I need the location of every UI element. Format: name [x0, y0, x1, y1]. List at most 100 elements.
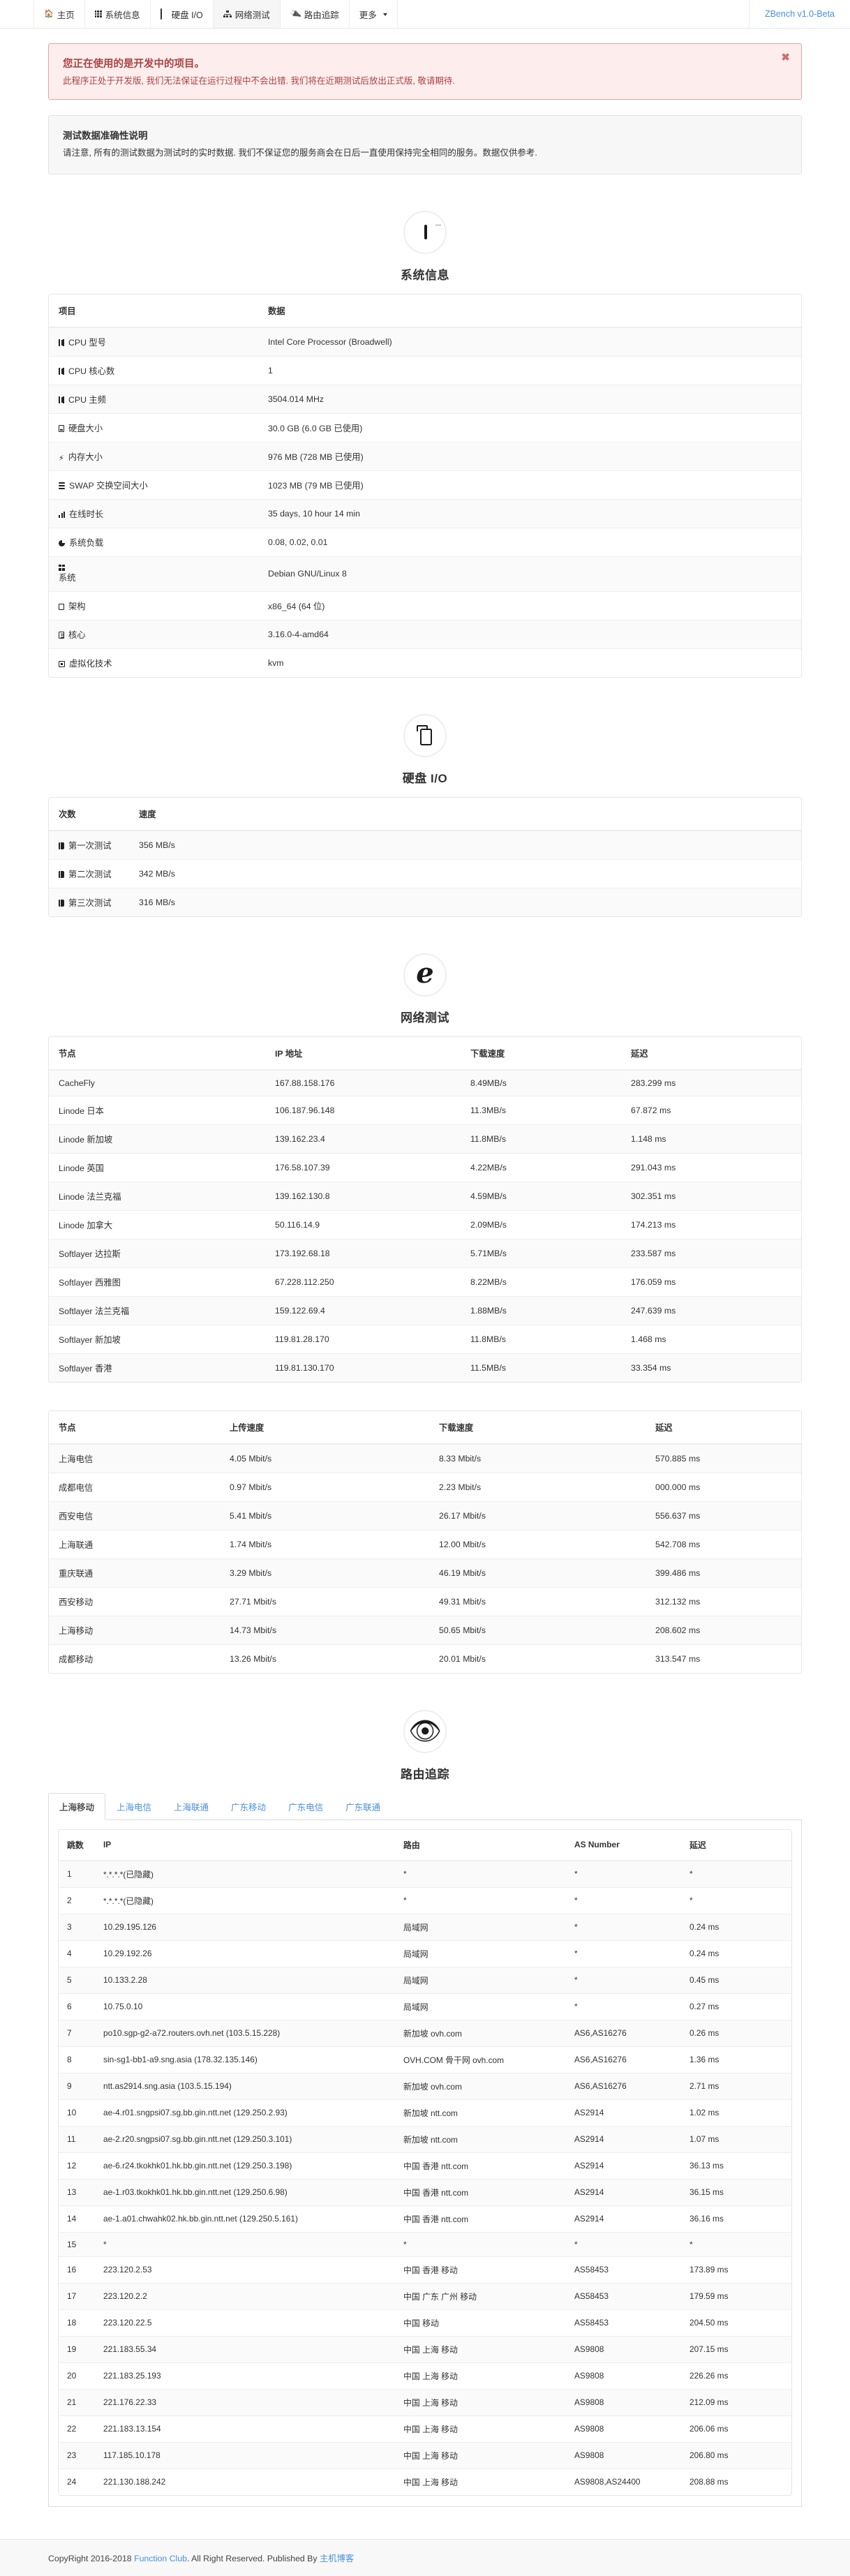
row-value: kvm — [258, 648, 801, 677]
label-text: 架构 — [68, 601, 86, 611]
row-label: 第二次测试 — [49, 858, 129, 888]
nav-item-home[interactable]: 🏠 主页 — [33, 0, 84, 28]
international-speed-rows: CacheFly 167.88.158.176 8.49MB/s 283.299 ms… — [49, 1069, 801, 1382]
table-cell: 中国 上海 移动 — [395, 2335, 566, 2362]
cpu-chip-icon — [59, 338, 64, 346]
table-cell: 2.23 Mbit/s — [429, 1472, 646, 1501]
row-label: 第三次测试 — [49, 887, 129, 916]
table-cell: 50.116.14.9 — [265, 1209, 461, 1239]
column-header-count: 次数 — [49, 797, 129, 831]
table-cell: 5 — [59, 1966, 95, 1993]
table-cell: AS9808 — [566, 2362, 681, 2389]
table-cell: Linode 英国 — [49, 1152, 265, 1182]
cpu-chip-icon — [59, 396, 64, 403]
table-cell: 11.3MB/s — [461, 1095, 621, 1124]
stack-icon — [59, 482, 65, 489]
label-text: CPU 主频 — [68, 394, 106, 405]
table-row: CPU 核心数 1 — [49, 355, 801, 385]
table-cell: 221.183.13.154 — [95, 2415, 395, 2442]
row-value: 316 MB/s — [129, 887, 801, 916]
row-value: 1 — [258, 355, 801, 385]
tab-上海移动[interactable]: 上海移动 — [48, 1792, 106, 1820]
table-cell: po10.sgp-g2-a72.routers.ovh.net (103.5.1… — [95, 2019, 395, 2046]
column-header-node: 节点 — [49, 1410, 220, 1445]
tab-广东电信[interactable]: 广东电信 — [277, 1793, 334, 1820]
table-cell: Linode 新加坡 — [49, 1124, 265, 1153]
table-cell: *.*.*.*(已隐藏) — [95, 1886, 395, 1914]
nav-item-network-test[interactable]: 网络测试 — [212, 0, 280, 28]
table-cell: 20 — [59, 2362, 95, 2389]
table-row: 13 ae-1.r03.tkokhk01.hk.bb.gin.ntt.net (1… — [59, 2178, 791, 2205]
table-cell: 中国 香港 移动 — [395, 2256, 566, 2283]
table-cell: 176.059 ms — [621, 1267, 801, 1296]
table-cell: 221.183.55.34 — [95, 2335, 395, 2362]
route-trace-tab-panel: 跳数 IP 路由 AS Number 延迟 1 *.*.*.*(已隐藏) * * * 2 *… — [48, 1819, 802, 2507]
nav-item-system-info[interactable]: 系统信息 — [84, 0, 150, 28]
table-cell: 中国 上海 移动 — [395, 2388, 566, 2415]
table-row: 系统 Debian GNU/Linux 8 — [49, 556, 801, 591]
label-text: 系统 — [59, 572, 76, 583]
footer-link-function-club[interactable]: Function Club — [134, 2554, 187, 2563]
page-title: 系统信息 — [401, 268, 449, 282]
table-cell: 23 — [59, 2441, 95, 2469]
table-cell: * — [566, 1940, 681, 1967]
table-cell: AS9808 — [566, 2415, 681, 2442]
nav-item-route-trace[interactable]: 🔌 路由追踪 — [279, 0, 349, 28]
table-cell: 20.01 Mbit/s — [429, 1644, 646, 1673]
table-cell: 13 — [59, 2178, 95, 2205]
brand-link[interactable]: ZBench v1.0-Beta — [765, 9, 835, 19]
table-cell: * — [681, 1886, 791, 1914]
table-cell: 223.120.2.53 — [95, 2256, 395, 2283]
table-cell: 4.22MB/s — [461, 1152, 621, 1182]
route-trace-rows: 1 *.*.*.*(已隐藏) * * * 2 *.*.*.*(已隐藏) * * * 3 10.29.1… — [59, 1860, 791, 2495]
table-cell: Softlayer 新加坡 — [49, 1324, 265, 1353]
pie-icon — [59, 539, 65, 546]
label-text: 第三次测试 — [68, 898, 112, 908]
row-value: 356 MB/s — [139, 840, 175, 850]
nav-item-disk-io[interactable]: 硬盘 I/O — [149, 0, 213, 28]
table-cell: 0.45 ms — [681, 1966, 791, 1993]
table-cell: Softlayer 法兰克福 — [49, 1295, 265, 1325]
nav-item-label: 主页 — [57, 10, 75, 20]
windows-icon — [59, 564, 65, 571]
ie-browser-icon: e — [403, 953, 447, 997]
table-row: 上海电信 4.05 Mbit/s 8.33 Mbit/s 570.885 ms — [49, 1443, 801, 1473]
table-cell: 139.162.130.8 — [265, 1181, 461, 1210]
table-cell: AS2914 — [566, 2178, 681, 2205]
table-cell: 4 — [59, 1940, 95, 1967]
tab-广东联通[interactable]: 广东联通 — [334, 1793, 392, 1820]
table-cell: 36.16 ms — [681, 2205, 791, 2232]
close-icon[interactable]: ✖ — [781, 52, 790, 63]
table-row: Linode 新加坡 139.162.23.4 11.8MB/s 1.148 ms — [49, 1124, 801, 1153]
nav-item-more[interactable]: 更多 — [348, 0, 398, 28]
table-cell: * — [566, 1993, 681, 2020]
dev-warning-alert: ✖ 您正在使用的是开发中的项目。 此程序正处于开发版, 我们无法保证在运行过程中… — [48, 43, 802, 100]
page-container: ✖ 您正在使用的是开发中的项目。 此程序正处于开发版, 我们无法保证在运行过程中… — [48, 43, 802, 2507]
table-cell: OVH.COM 骨干网 ovh.com — [395, 2046, 566, 2073]
table-cell: 中国 香港 ntt.com — [395, 2205, 566, 2232]
tab-上海电信[interactable]: 上海电信 — [105, 1793, 163, 1820]
table-cell: * — [681, 2231, 791, 2256]
table-header-row: 次数 速度 — [49, 797, 801, 831]
table-cell: 局域网 — [395, 1966, 566, 1993]
table-cell: Linode 加拿大 — [49, 1209, 265, 1239]
table-row: 8 sin-sg1-bb1-a9.sng.asia (178.32.135.146… — [59, 2046, 791, 2073]
disk-io-rows: 第一次测试 356 MB/s 第二次测试 342 MB/s 第三次测试 316 MB/… — [49, 830, 801, 916]
tab-广东移动[interactable]: 广东移动 — [220, 1793, 277, 1820]
table-row: 1 *.*.*.*(已隐藏) * * * — [59, 1860, 791, 1887]
table-cell: 新加坡 ntt.com — [395, 2125, 566, 2152]
table-cell: AS9808 — [566, 2388, 681, 2415]
table-cell: 5.71MB/s — [461, 1238, 621, 1267]
table-cell: 15 — [59, 2231, 95, 2256]
table-cell: 208.88 ms — [681, 2468, 791, 2495]
row-label: SWAP 交换空间大小 — [49, 470, 258, 499]
blind-walk-icon: 👁 — [403, 1709, 447, 1753]
table-row: 19 221.183.55.34 中国 上海 移动 AS9808 207.15 ms — [59, 2335, 791, 2362]
table-cell: * — [566, 1966, 681, 1993]
footer-link-blog[interactable]: 主机博客 — [320, 2554, 354, 2563]
table-cell: * — [566, 2231, 681, 2256]
column-header-download: 下载速度 — [429, 1410, 646, 1445]
tab-上海联通[interactable]: 上海联通 — [163, 1793, 220, 1820]
table-cell: 中国 上海 移动 — [395, 2441, 566, 2469]
table-cell: 117.185.10.178 — [95, 2441, 395, 2469]
